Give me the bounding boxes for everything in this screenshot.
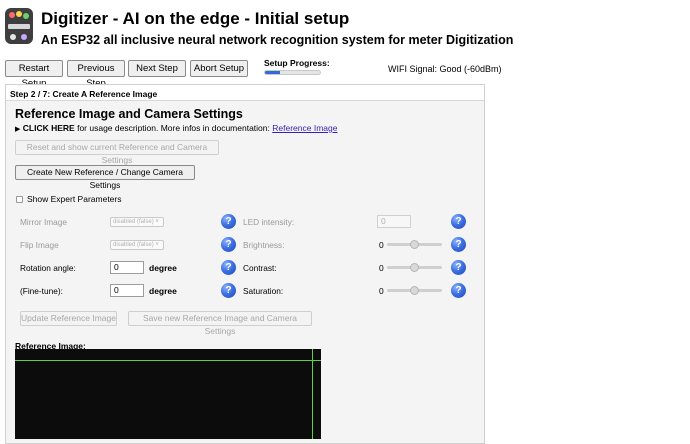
flip-image-label: Flip Image xyxy=(20,240,59,250)
update-reference-button[interactable]: Update Reference Image xyxy=(20,311,117,326)
next-step-button[interactable]: Next Step xyxy=(128,60,186,77)
mirror-image-value: disabled (false) xyxy=(113,219,154,225)
section-title: Reference Image and Camera Settings xyxy=(15,107,243,121)
click-here-toggle[interactable]: CLICK HERE xyxy=(23,123,75,133)
led-intensity-input[interactable]: 0 xyxy=(377,215,411,228)
brightness-slider-thumb[interactable] xyxy=(410,240,419,249)
horizontal-guide-line xyxy=(15,360,321,361)
saturation-help-icon[interactable]: ? xyxy=(451,283,466,298)
app-logo xyxy=(5,8,33,44)
disclosure-triangle-icon[interactable]: ▶ xyxy=(15,126,20,133)
vertical-guide-line xyxy=(312,349,313,439)
flip-help-icon[interactable]: ? xyxy=(221,237,236,252)
rotation-angle-label: Rotation angle: xyxy=(20,263,76,273)
reset-settings-button[interactable]: Reset and show current Reference and Cam… xyxy=(15,140,219,165)
setup-step-panel: Step 2 / 7: Create A Reference Image Ref… xyxy=(5,84,485,444)
usage-text: for usage description. More infos in doc… xyxy=(77,123,270,133)
contrast-help-icon[interactable]: ? xyxy=(451,260,466,275)
expert-parameters-label: Show Expert Parameters xyxy=(27,194,122,204)
save-reference-button[interactable]: Save new Reference Image and Camera Sett… xyxy=(128,311,312,336)
reference-image xyxy=(15,349,321,439)
brightness-value: 0 xyxy=(379,240,384,250)
fine-tune-help-icon[interactable]: ? xyxy=(221,283,236,298)
rotation-help-icon[interactable]: ? xyxy=(221,260,236,275)
wifi-signal-status: WIFI Signal: Good (-60dBm) xyxy=(388,64,502,74)
rotation-unit: degree xyxy=(149,263,177,273)
step-header: Step 2 / 7: Create A Reference Image xyxy=(6,85,484,101)
fine-tune-input[interactable]: 0 xyxy=(110,284,144,297)
saturation-slider-thumb[interactable] xyxy=(410,286,419,295)
mirror-image-label: Mirror Image xyxy=(20,217,68,227)
setup-progress-label: Setup Progress: xyxy=(264,58,330,68)
saturation-value: 0 xyxy=(379,286,384,296)
brightness-slider[interactable] xyxy=(387,240,442,249)
mirror-help-icon[interactable]: ? xyxy=(221,214,236,229)
previous-step-button[interactable]: Previous Step xyxy=(67,60,125,89)
abort-setup-button[interactable]: Abort Setup xyxy=(190,60,248,77)
setup-progress-bar xyxy=(264,70,321,75)
mirror-image-select[interactable]: disabled (false) ˅ xyxy=(110,217,164,227)
saturation-label: Saturation: xyxy=(243,286,284,296)
led-intensity-label: LED intensity: xyxy=(243,217,295,227)
contrast-value: 0 xyxy=(379,263,384,273)
page-subtitle: An ESP32 all inclusive neural network re… xyxy=(41,33,514,47)
saturation-slider[interactable] xyxy=(387,286,442,295)
page-title: Digitizer - AI on the edge - Initial set… xyxy=(41,9,350,28)
restart-setup-button[interactable]: Restart Setup xyxy=(5,60,63,89)
flip-image-value: disabled (false) xyxy=(113,242,154,248)
contrast-label: Contrast: xyxy=(243,263,277,273)
expert-parameters-checkbox[interactable] xyxy=(16,196,23,203)
contrast-slider[interactable] xyxy=(387,263,442,272)
usage-description-line: ▶ CLICK HERE for usage description. More… xyxy=(15,123,337,133)
fine-tune-unit: degree xyxy=(149,286,177,296)
rotation-angle-input[interactable]: 0 xyxy=(110,261,144,274)
fine-tune-label: (Fine-tune): xyxy=(20,286,63,296)
create-reference-button[interactable]: Create New Reference / Change Camera Set… xyxy=(15,165,195,190)
setup-progress-fill xyxy=(265,71,281,74)
led-help-icon[interactable]: ? xyxy=(451,214,466,229)
contrast-slider-thumb[interactable] xyxy=(410,263,419,272)
flip-image-select[interactable]: disabled (false) ˅ xyxy=(110,240,164,250)
brightness-help-icon[interactable]: ? xyxy=(451,237,466,252)
documentation-link[interactable]: Reference Image xyxy=(272,123,337,133)
brightness-label: Brightness: xyxy=(243,240,285,250)
